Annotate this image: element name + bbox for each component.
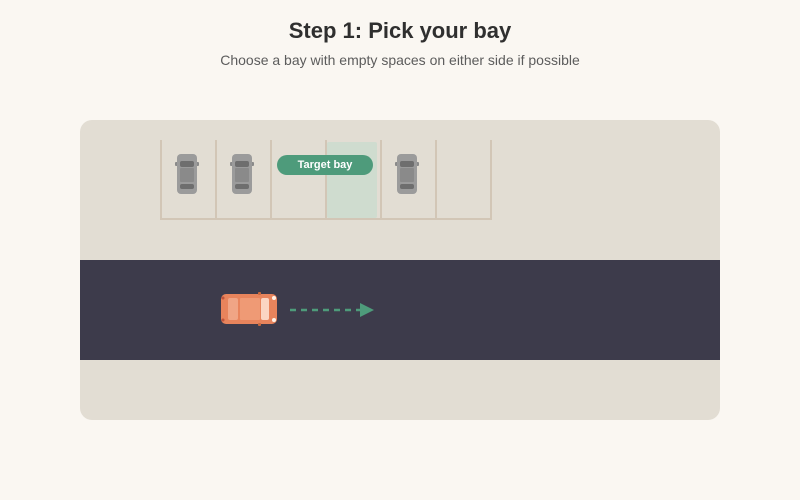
parked-car-icon	[395, 154, 419, 194]
bay-back-line	[160, 218, 490, 220]
parking-scene: Target bay	[80, 120, 720, 420]
bay-divider	[435, 140, 437, 220]
road	[80, 260, 720, 360]
bay-divider	[215, 140, 217, 220]
bay-divider	[160, 140, 162, 220]
page-title: Step 1: Pick your bay	[288, 18, 512, 43]
bay-divider	[380, 140, 382, 220]
player-car-icon[interactable]	[220, 292, 278, 326]
parked-car-icon	[230, 154, 254, 194]
dashed-arrow-right-icon	[290, 303, 374, 317]
bay-divider	[490, 140, 492, 220]
target-bay[interactable]	[327, 142, 377, 218]
target-bay-label: Target bay	[277, 155, 373, 175]
page-subtitle: Choose a bay with empty spaces on either…	[220, 52, 580, 68]
parked-car-icon	[175, 154, 199, 194]
bay-divider	[270, 140, 272, 220]
